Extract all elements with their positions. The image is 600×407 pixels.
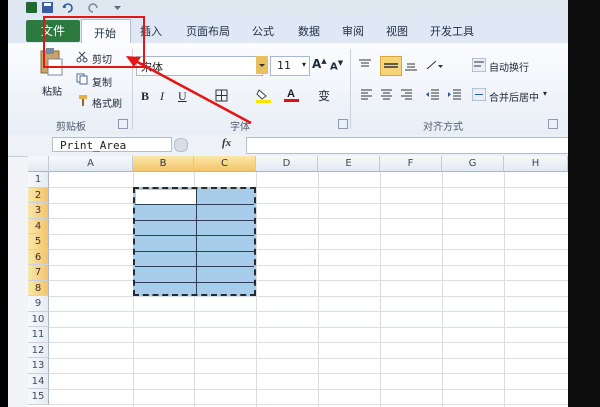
background-dark (568, 0, 600, 407)
excel-window: 文件 开始 插入 页面布局 公式 数据 审阅 视图 开发工具 粘贴 剪切 复制 … (8, 0, 568, 407)
annotation-arrow (126, 56, 252, 125)
